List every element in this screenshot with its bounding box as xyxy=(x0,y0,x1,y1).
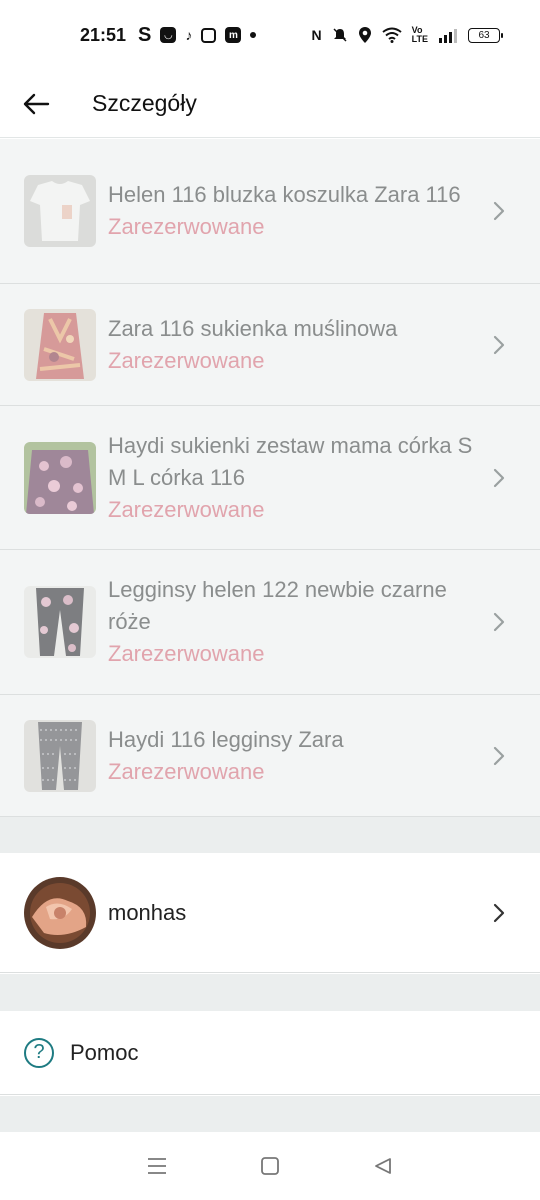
battery-level: 63 xyxy=(478,29,490,41)
item-title: Legginsy helen 122 newbie czarne róże xyxy=(108,577,447,634)
location-icon xyxy=(358,27,371,43)
list-item[interactable]: Haydi 116 legginsy Zara Zarezerwowane xyxy=(0,695,540,817)
section-divider xyxy=(0,974,540,1011)
list-item[interactable]: Legginsy helen 122 newbie czarne róże Za… xyxy=(0,550,540,695)
help-row[interactable]: ? Pomoc xyxy=(0,1011,540,1095)
app-bar: Szczegóły xyxy=(0,70,540,138)
item-text: Haydi sukienki zestaw mama córka S M L c… xyxy=(108,430,476,526)
tiktok-icon: ♪ xyxy=(185,27,193,43)
item-status: Zarezerwowane xyxy=(108,641,265,666)
status-bar: 21:51 S ◡ ♪ m N Vo LTE 63 xyxy=(0,0,540,70)
notification-app-icon: ◡ xyxy=(160,27,177,43)
item-title: Haydi 116 legginsy Zara xyxy=(108,726,344,752)
item-title: Haydi sukienki zestaw mama córka S M L c… xyxy=(108,432,473,490)
back-button[interactable] xyxy=(16,84,56,124)
list-item[interactable]: Haydi sukienki zestaw mama córka S M L c… xyxy=(0,406,540,550)
chevron-right-icon xyxy=(493,746,505,765)
chevron-right-icon xyxy=(493,335,505,354)
item-status: Zarezerwowane xyxy=(108,758,265,784)
notification-icons: S ◡ ♪ m xyxy=(138,23,257,47)
wifi-icon xyxy=(382,27,402,43)
dot-icon xyxy=(250,32,257,38)
page-title: Szczegóły xyxy=(92,90,197,116)
back-nav-button[interactable] xyxy=(368,1151,398,1181)
arrow-left-icon xyxy=(23,93,50,114)
chevron-right-icon xyxy=(493,468,505,487)
avatar xyxy=(24,876,96,949)
item-title: Zara 116 sukienka muślinowa xyxy=(108,315,398,341)
recent-apps-button[interactable] xyxy=(142,1151,172,1181)
system-icons: N Vo LTE 63 xyxy=(311,25,503,44)
home-button[interactable] xyxy=(255,1151,285,1181)
battery-indicator: 63 xyxy=(468,27,503,43)
item-title: Helen 116 bluzka koszulka Zara 116 xyxy=(108,182,461,207)
item-status: Zarezerwowane xyxy=(108,214,265,239)
help-label: Pomoc xyxy=(70,1039,139,1065)
item-status: Zarezerwowane xyxy=(108,347,265,373)
section-divider xyxy=(0,817,540,853)
signal-icon xyxy=(439,29,457,43)
square-icon xyxy=(261,1157,279,1175)
seller-username: monhas xyxy=(108,899,187,925)
triangle-back-icon xyxy=(375,1158,392,1174)
item-text: Zara 116 sukienka muślinowa Zarezerwowan… xyxy=(108,313,476,377)
s-icon: S xyxy=(138,23,152,46)
status-time: 21:51 xyxy=(80,24,127,45)
seller-profile-row[interactable]: monhas xyxy=(0,853,540,973)
item-text: Helen 116 bluzka koszulka Zara 116 Zarez… xyxy=(108,179,476,243)
chevron-right-icon xyxy=(493,612,505,632)
item-text: Legginsy helen 122 newbie czarne róże Za… xyxy=(108,574,476,670)
item-status: Zarezerwowane xyxy=(108,496,265,522)
help-icon: ? xyxy=(24,1037,54,1068)
list-item[interactable]: Helen 116 bluzka koszulka Zara 116 Zarez… xyxy=(0,139,540,284)
section-divider xyxy=(0,1096,540,1132)
item-thumbnail xyxy=(24,719,96,792)
chevron-right-icon xyxy=(493,201,505,221)
item-text: Haydi 116 legginsy Zara Zarezerwowane xyxy=(108,724,476,788)
system-navigation-bar xyxy=(0,1132,540,1200)
item-thumbnail xyxy=(24,308,96,381)
item-thumbnail xyxy=(24,441,96,514)
nfc-icon: N xyxy=(311,27,322,43)
item-thumbnail xyxy=(24,175,96,247)
mute-icon xyxy=(333,28,347,42)
list-item[interactable]: Zara 116 sukienka muślinowa Zarezerwowan… xyxy=(0,284,540,406)
reserved-items-list: Helen 116 bluzka koszulka Zara 116 Zarez… xyxy=(0,139,540,817)
chevron-right-icon xyxy=(493,903,505,922)
item-thumbnail xyxy=(24,586,96,658)
m-app-icon: m xyxy=(225,27,242,43)
menu-icon xyxy=(147,1158,166,1174)
instagram-icon xyxy=(201,27,217,43)
volte-icon: Vo LTE xyxy=(411,25,428,44)
